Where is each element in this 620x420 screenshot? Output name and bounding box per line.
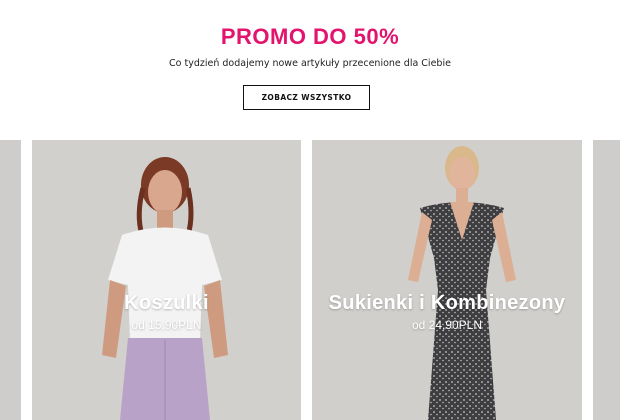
category-price: od 24,90PLN [411, 318, 483, 332]
category-title: Sukienki i Kombinezony [328, 292, 566, 314]
category-image-sukienki [312, 140, 582, 420]
promo-title: PROMO DO 50% [220, 24, 400, 49]
category-title: Koszulki [124, 292, 209, 314]
category-price: od 15,90PLN [131, 318, 202, 332]
category-image-koszulki [32, 140, 301, 420]
category-card-koszulki[interactable]: Koszulki od 15,90PLN [32, 140, 301, 420]
category-card-partial-right[interactable] [593, 140, 620, 420]
category-card-partial-left[interactable] [0, 140, 21, 420]
category-card-sukienki[interactable]: Sukienki i Kombinezony od 24,90PLN [312, 140, 582, 420]
promo-subtitle: Co tydzień dodajemy nowe artykuły przece… [169, 58, 451, 69]
see-all-button[interactable]: ZOBACZ WSZYSTKO [243, 85, 370, 110]
